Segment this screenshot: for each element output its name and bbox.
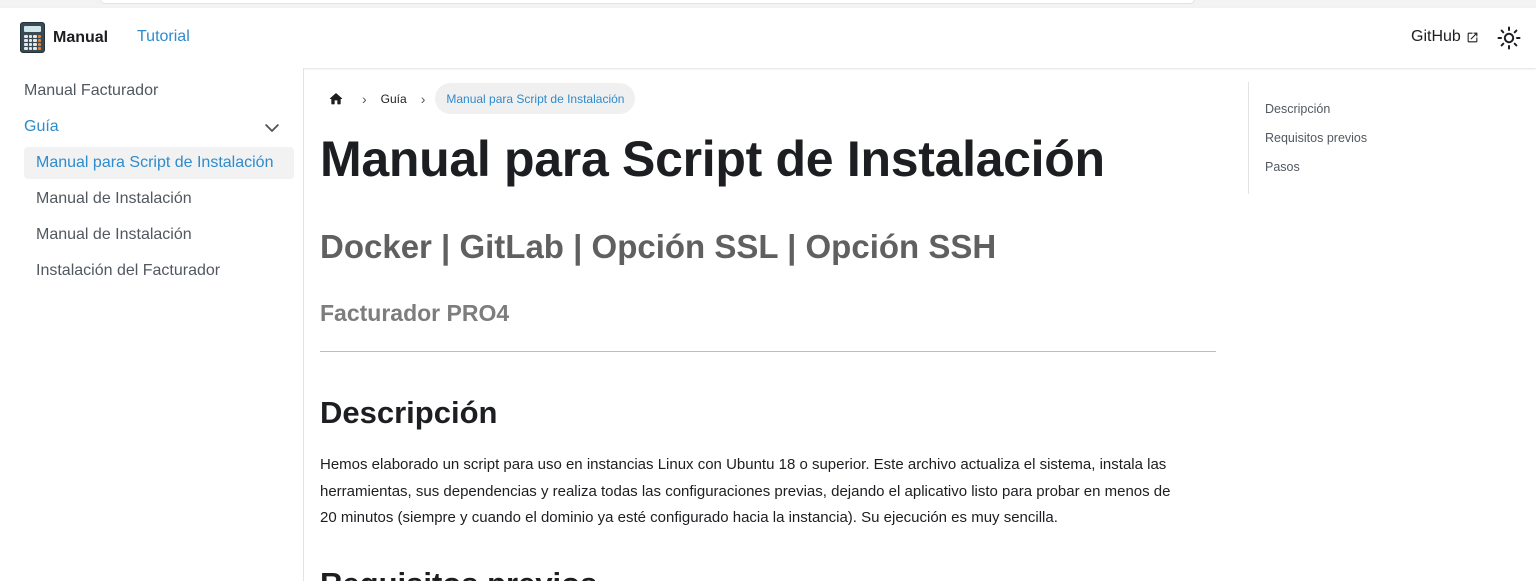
product-name: Facturador PRO4 — [320, 300, 510, 326]
breadcrumb-separator: › — [420, 90, 426, 107]
address-bar-edge — [100, 0, 1195, 4]
navbar-brand[interactable]: Manual — [20, 22, 108, 53]
nav-link-tutorial[interactable]: Tutorial — [137, 28, 190, 46]
github-label: GitHub — [1411, 28, 1461, 45]
breadcrumb-item-guia[interactable]: Guía — [377, 92, 411, 106]
section-heading-requisitos: Requisitos previos — [320, 566, 597, 581]
page-subtitle: Docker | GitLab | Opción SSL | Opción SS… — [320, 228, 997, 265]
navbar: Manual Tutorial GitHub — [0, 8, 1536, 68]
section-heading-descripcion: Descripción — [320, 395, 498, 430]
description-paragraph: Hemos elaborado un script para uso en in… — [320, 452, 1220, 532]
toc-item-requisitos[interactable]: Requisitos previos — [1265, 131, 1367, 145]
sidebar-item-manual-instalacion-2[interactable]: Manual de Instalación — [36, 226, 192, 244]
browser-top-strip — [0, 0, 1536, 8]
sidebar-item-manual-instalacion-1[interactable]: Manual de Instalación — [36, 190, 192, 208]
chevron-down-icon[interactable] — [262, 118, 282, 138]
breadcrumb-item-current: Manual para Script de Instalación — [435, 83, 636, 114]
sidebar-item-manual-script[interactable]: Manual para Script de Instalación — [36, 154, 273, 172]
breadcrumb-home[interactable] — [320, 83, 352, 114]
external-link-icon — [1467, 32, 1478, 42]
brand-title: Manual — [53, 28, 109, 46]
paragraph-line: herramientas, sus dependencias y realiza… — [320, 482, 1171, 500]
home-icon — [329, 92, 343, 104]
breadcrumb-separator: › — [362, 90, 367, 107]
toc-item-descripcion[interactable]: Descripción — [1265, 102, 1330, 116]
breadcrumb: › Guía › Manual para Script de Instalaci… — [320, 83, 636, 114]
sidebar-category-manual-facturador[interactable]: Manual Facturador — [24, 82, 158, 100]
sidebar: Manual Facturador Guía Manual para Scrip… — [0, 68, 304, 581]
sidebar-section-guia[interactable]: Guía — [24, 118, 59, 136]
page-title: Manual para Script de Instalación — [320, 131, 1105, 187]
sidebar-item-instalacion-facturador[interactable]: Instalación del Facturador — [36, 262, 220, 280]
nav-link-github[interactable]: GitHub — [1411, 28, 1479, 46]
toc-item-pasos[interactable]: Pasos — [1265, 160, 1300, 174]
divider — [320, 351, 1216, 352]
sun-icon[interactable] — [1497, 26, 1521, 50]
paragraph-line: Hemos elaborado un script para uso en in… — [320, 456, 1167, 473]
table-of-contents: Descripción Requisitos previos Pasos — [1248, 82, 1448, 194]
calculator-icon — [20, 22, 45, 53]
paragraph-line: 20 minutos (siempre y cuando el dominio … — [320, 509, 1058, 526]
